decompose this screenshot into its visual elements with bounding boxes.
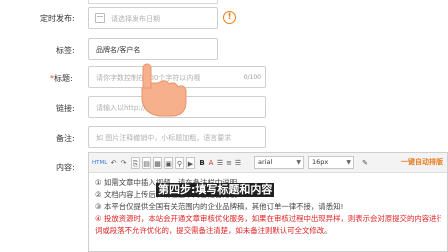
- image-icon[interactable]: ▣: [164, 157, 173, 169]
- pointing-hand-icon: [141, 63, 187, 117]
- remark-placeholder: 如 图片注释撤销中，小标题加粗，语言要求: [96, 134, 232, 142]
- calendar-icon: [95, 13, 105, 23]
- paste-icon[interactable]: ▤: [142, 157, 151, 169]
- media-icon[interactable]: ▶: [186, 157, 195, 169]
- schedule-date-input[interactable]: 请选择发布日期: [88, 7, 218, 29]
- editor-toolbar: HTML ↶ ↷ ⎘ ▤ ▦ ▣ ⚲ ▶ B A ☰ ≡ ☰ arial ▼ 16…: [89, 153, 447, 173]
- title-label: *标题:: [50, 73, 73, 84]
- schedule-label: 定时发布:: [40, 14, 75, 23]
- remark-input[interactable]: 如 图片注释撤销中，小标题加粗，语言要求: [88, 126, 266, 148]
- note-line: 词或段落不允许优化的，提交需备注清楚，如未备注则默认可全文修改。: [95, 226, 332, 235]
- font-size-value: 16px: [312, 158, 329, 166]
- content-label: 内容:: [56, 163, 75, 172]
- tags-label: 标签:: [56, 46, 75, 55]
- tags-input[interactable]: 品牌名/客户名: [88, 38, 218, 60]
- content-editor[interactable]: HTML ↶ ↷ ⎘ ▤ ▦ ▣ ⚲ ▶ B A ☰ ≡ ☰ arial ▼ 16…: [88, 152, 448, 252]
- redo-icon[interactable]: ↷: [119, 157, 128, 169]
- chevron-down-icon: ▼: [346, 159, 351, 166]
- bold-button[interactable]: B: [198, 157, 206, 169]
- info-warning-icon[interactable]: !: [223, 11, 236, 24]
- schedule-placeholder: 请选择发布日期: [111, 15, 160, 23]
- step-banner: 第四步:填写标题和内容: [156, 183, 275, 197]
- title-label-text: 标题:: [54, 74, 73, 83]
- brush-icon[interactable]: ✎: [361, 157, 369, 169]
- font-family-value: arial: [258, 158, 273, 166]
- tags-value: 品牌名/客户名: [96, 46, 141, 54]
- align-left-icon[interactable]: ☰: [216, 157, 224, 169]
- auto-format-button[interactable]: 一键自动排版: [401, 156, 443, 169]
- font-color-icon[interactable]: A: [207, 157, 215, 169]
- link-icon[interactable]: ⚲: [175, 157, 184, 169]
- note-line: ③ 本平台仅提供全国有关范围内的企业品牌稿，其他订单一律不接，请悉知!: [95, 202, 344, 211]
- remark-label: 备注:: [56, 134, 75, 143]
- undo-icon[interactable]: ↶: [109, 157, 118, 169]
- note-line: ④ 投放资源时，本站会开通文章审核优化服务，如果在审核过程中出现异样，则表示会对…: [95, 214, 441, 223]
- title-char-counter: 0/100: [243, 74, 261, 81]
- link-label: 链接:: [56, 104, 75, 113]
- font-family-select[interactable]: arial ▼: [254, 156, 304, 169]
- align-right-icon[interactable]: ☰: [234, 157, 242, 169]
- previous-field-edge: [88, 0, 218, 4]
- chevron-down-icon: ▼: [296, 159, 301, 166]
- copy-icon[interactable]: ⎘: [131, 157, 140, 169]
- align-center-icon[interactable]: ≡: [225, 157, 233, 169]
- html-source-button[interactable]: HTML: [92, 157, 107, 169]
- table-icon[interactable]: ▦: [153, 157, 162, 169]
- font-size-select[interactable]: 16px ▼: [308, 156, 354, 169]
